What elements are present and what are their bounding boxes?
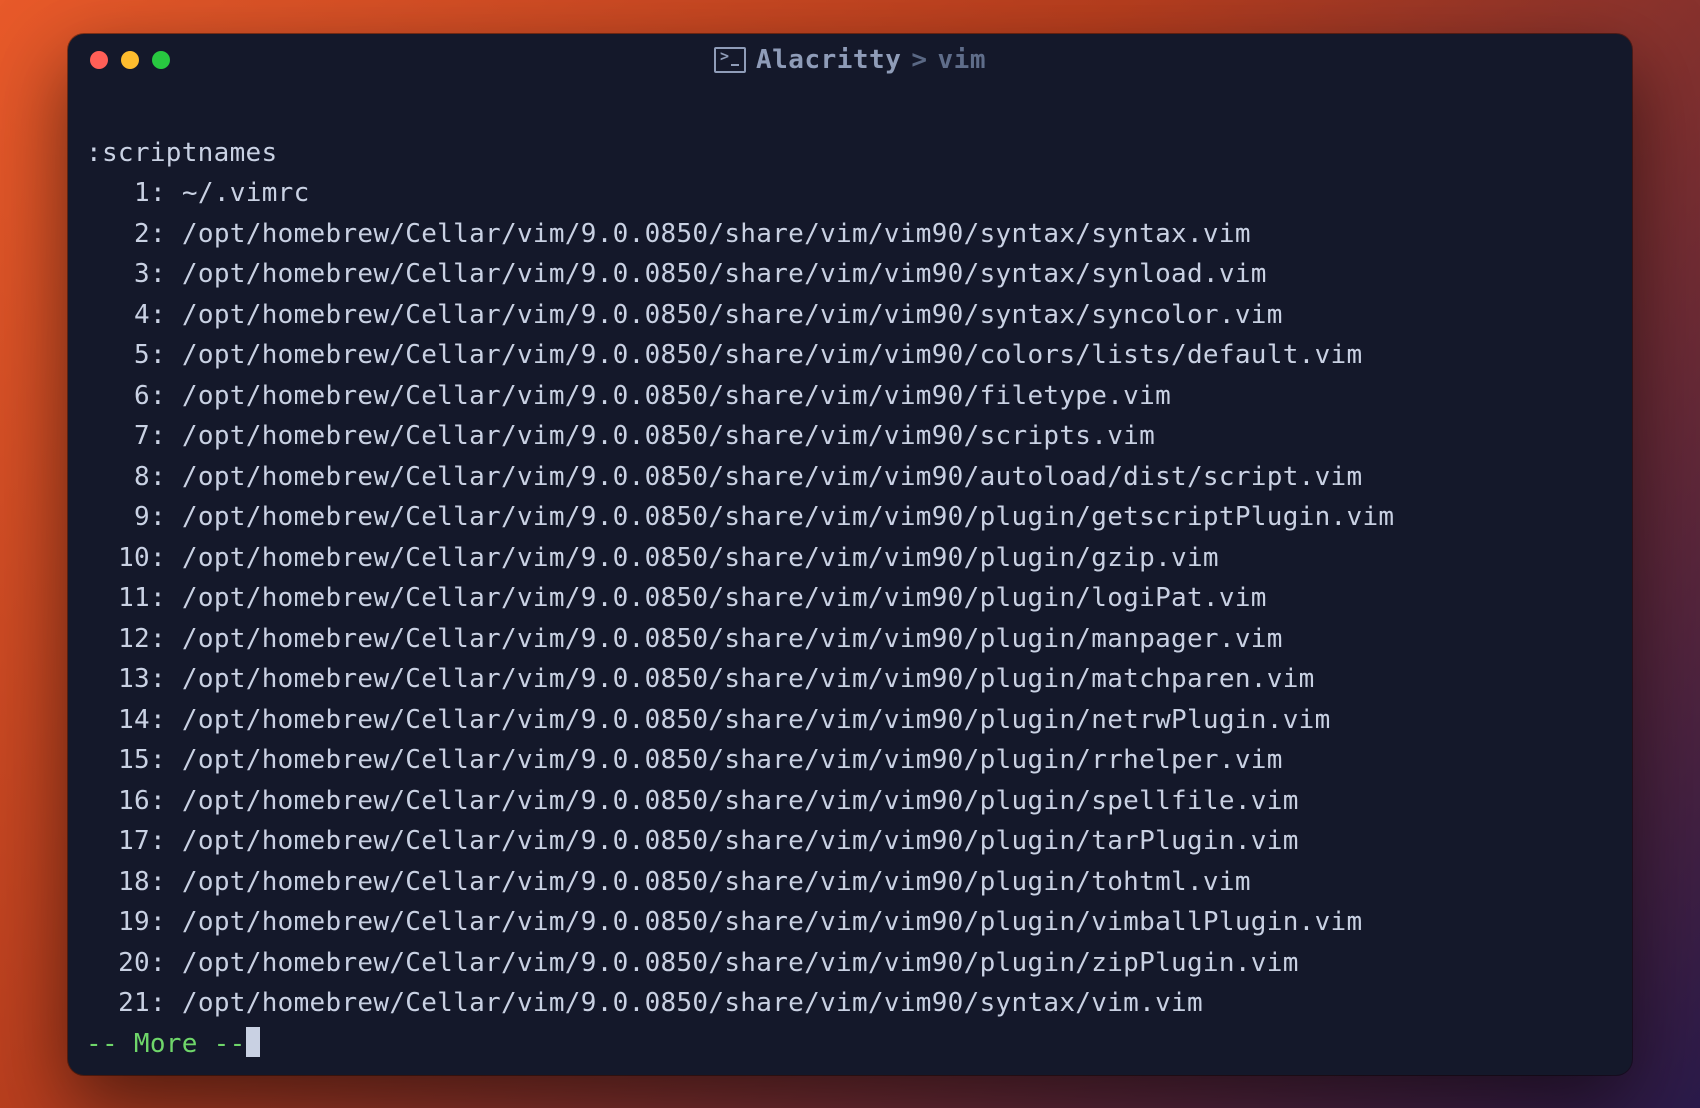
window-controls [68, 51, 170, 69]
script-number: 14 [86, 700, 150, 741]
script-row: 3: /opt/homebrew/Cellar/vim/9.0.0850/sha… [86, 254, 1614, 295]
script-path: /opt/homebrew/Cellar/vim/9.0.0850/share/… [182, 300, 1283, 330]
script-number: 21 [86, 983, 150, 1024]
script-number: 20 [86, 943, 150, 984]
script-number: 2 [86, 214, 150, 255]
script-path: /opt/homebrew/Cellar/vim/9.0.0850/share/… [182, 867, 1251, 897]
script-number: 15 [86, 740, 150, 781]
script-number: 8 [86, 457, 150, 498]
script-row: 18: /opt/homebrew/Cellar/vim/9.0.0850/sh… [86, 862, 1614, 903]
script-path: /opt/homebrew/Cellar/vim/9.0.0850/share/… [182, 948, 1299, 978]
script-row: 2: /opt/homebrew/Cellar/vim/9.0.0850/sha… [86, 214, 1614, 255]
script-row: 4: /opt/homebrew/Cellar/vim/9.0.0850/sha… [86, 295, 1614, 336]
script-row: 1: ~/.vimrc [86, 173, 1614, 214]
script-number: 13 [86, 659, 150, 700]
script-number: 12 [86, 619, 150, 660]
terminal-output[interactable]: :scriptnames 1: ~/.vimrc 2: /opt/homebre… [68, 86, 1632, 1075]
script-row: 14: /opt/homebrew/Cellar/vim/9.0.0850/sh… [86, 700, 1614, 741]
terminal-icon [714, 47, 746, 73]
cursor [246, 1027, 260, 1057]
script-path: /opt/homebrew/Cellar/vim/9.0.0850/share/… [182, 705, 1331, 735]
window-title: Alacritty > vim [68, 45, 1632, 75]
terminal-window: Alacritty > vim :scriptnames 1: ~/.vimrc… [68, 34, 1632, 1075]
app-name: Alacritty [756, 45, 901, 75]
script-path: /opt/homebrew/Cellar/vim/9.0.0850/share/… [182, 219, 1251, 249]
script-number: 19 [86, 902, 150, 943]
script-row: 21: /opt/homebrew/Cellar/vim/9.0.0850/sh… [86, 983, 1614, 1024]
script-row: 13: /opt/homebrew/Cellar/vim/9.0.0850/sh… [86, 659, 1614, 700]
script-number: 7 [86, 416, 150, 457]
script-number: 10 [86, 538, 150, 579]
chevron-right-icon: > [911, 45, 927, 75]
script-number: 18 [86, 862, 150, 903]
close-icon[interactable] [90, 51, 108, 69]
zoom-icon[interactable] [152, 51, 170, 69]
script-path: /opt/homebrew/Cellar/vim/9.0.0850/share/… [182, 664, 1315, 694]
script-row: 12: /opt/homebrew/Cellar/vim/9.0.0850/sh… [86, 619, 1614, 660]
script-path: /opt/homebrew/Cellar/vim/9.0.0850/share/… [182, 583, 1267, 613]
script-path: /opt/homebrew/Cellar/vim/9.0.0850/share/… [182, 462, 1363, 492]
script-path: /opt/homebrew/Cellar/vim/9.0.0850/share/… [182, 421, 1155, 451]
script-path: /opt/homebrew/Cellar/vim/9.0.0850/share/… [182, 624, 1283, 654]
minimize-icon[interactable] [121, 51, 139, 69]
script-path: /opt/homebrew/Cellar/vim/9.0.0850/share/… [182, 786, 1299, 816]
script-path: /opt/homebrew/Cellar/vim/9.0.0850/share/… [182, 340, 1363, 370]
script-number: 6 [86, 376, 150, 417]
process-name: vim [938, 45, 986, 75]
script-row: 6: /opt/homebrew/Cellar/vim/9.0.0850/sha… [86, 376, 1614, 417]
script-path: /opt/homebrew/Cellar/vim/9.0.0850/share/… [182, 259, 1267, 289]
script-number: 11 [86, 578, 150, 619]
script-row: 8: /opt/homebrew/Cellar/vim/9.0.0850/sha… [86, 457, 1614, 498]
script-path: /opt/homebrew/Cellar/vim/9.0.0850/share/… [182, 381, 1171, 411]
script-row: 10: /opt/homebrew/Cellar/vim/9.0.0850/sh… [86, 538, 1614, 579]
vim-command: :scriptnames [86, 138, 277, 168]
script-row: 11: /opt/homebrew/Cellar/vim/9.0.0850/sh… [86, 578, 1614, 619]
script-row: 15: /opt/homebrew/Cellar/vim/9.0.0850/sh… [86, 740, 1614, 781]
script-path: /opt/homebrew/Cellar/vim/9.0.0850/share/… [182, 745, 1283, 775]
script-number: 4 [86, 295, 150, 336]
script-row: 20: /opt/homebrew/Cellar/vim/9.0.0850/sh… [86, 943, 1614, 984]
more-prompt: -- More -- [86, 1029, 246, 1059]
script-path: /opt/homebrew/Cellar/vim/9.0.0850/share/… [182, 543, 1219, 573]
script-path: /opt/homebrew/Cellar/vim/9.0.0850/share/… [182, 907, 1363, 937]
script-path: /opt/homebrew/Cellar/vim/9.0.0850/share/… [182, 826, 1299, 856]
script-number: 16 [86, 781, 150, 822]
script-row: 9: /opt/homebrew/Cellar/vim/9.0.0850/sha… [86, 497, 1614, 538]
script-path: /opt/homebrew/Cellar/vim/9.0.0850/share/… [182, 988, 1203, 1018]
script-path: ~/.vimrc [182, 178, 310, 208]
script-row: 19: /opt/homebrew/Cellar/vim/9.0.0850/sh… [86, 902, 1614, 943]
script-number: 3 [86, 254, 150, 295]
script-number: 9 [86, 497, 150, 538]
titlebar: Alacritty > vim [68, 34, 1632, 86]
script-number: 5 [86, 335, 150, 376]
script-number: 1 [86, 173, 150, 214]
script-row: 7: /opt/homebrew/Cellar/vim/9.0.0850/sha… [86, 416, 1614, 457]
script-row: 16: /opt/homebrew/Cellar/vim/9.0.0850/sh… [86, 781, 1614, 822]
script-row: 5: /opt/homebrew/Cellar/vim/9.0.0850/sha… [86, 335, 1614, 376]
script-row: 17: /opt/homebrew/Cellar/vim/9.0.0850/sh… [86, 821, 1614, 862]
script-path: /opt/homebrew/Cellar/vim/9.0.0850/share/… [182, 502, 1394, 532]
script-number: 17 [86, 821, 150, 862]
